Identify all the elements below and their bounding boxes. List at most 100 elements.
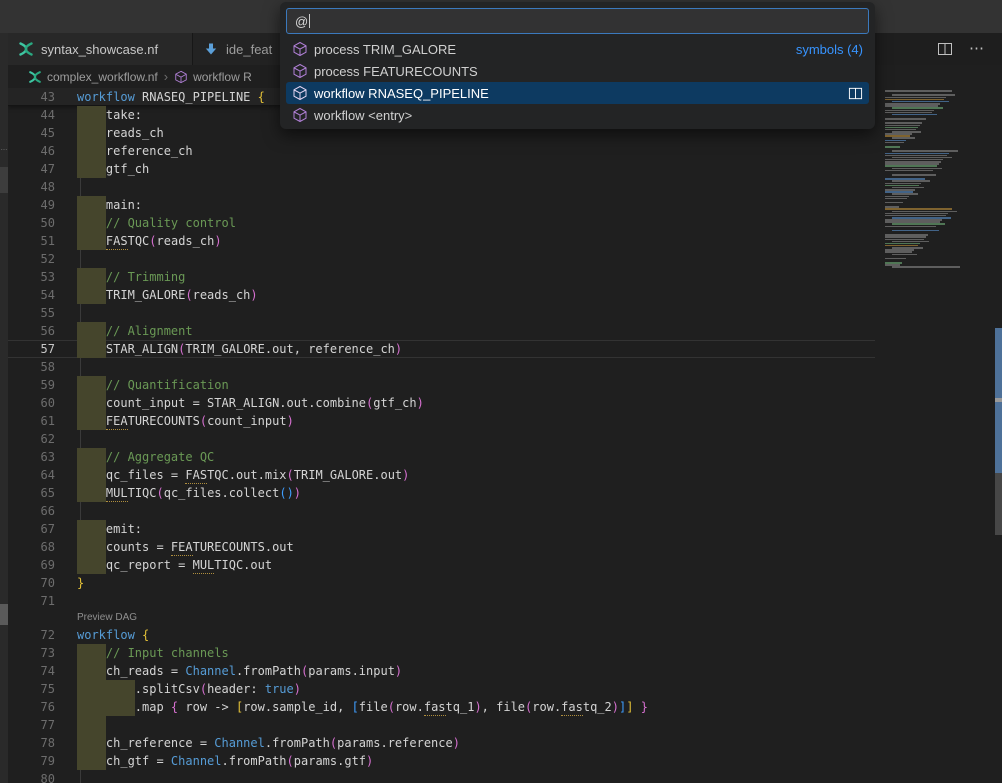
line-number[interactable]: 75 — [8, 680, 55, 698]
breadcrumb-file[interactable]: complex_workflow.nf — [47, 70, 158, 84]
line-number[interactable]: 67 — [8, 520, 55, 538]
line-number[interactable]: 70 — [8, 574, 55, 592]
line-number[interactable]: 59 — [8, 376, 55, 394]
line-content[interactable] — [77, 250, 875, 268]
line-content[interactable]: gtf_ch — [77, 160, 875, 178]
code-line[interactable]: 48 — [8, 178, 875, 196]
line-number[interactable]: 45 — [8, 124, 55, 142]
code-line[interactable]: 47 gtf_ch — [8, 160, 875, 178]
line-content[interactable]: ch_gtf = Channel.fromPath(params.gtf) — [77, 752, 875, 770]
line-content[interactable]: // Trimming — [77, 268, 875, 286]
code-line[interactable]: 51 FASTQC(reads_ch) — [8, 232, 875, 250]
line-number[interactable]: 46 — [8, 142, 55, 160]
quickpick-item[interactable]: workflow <entry> — [286, 104, 869, 126]
code-line[interactable]: 67 emit: — [8, 520, 875, 538]
line-number[interactable]: 50 — [8, 214, 55, 232]
code-line[interactable]: 80 — [8, 770, 875, 783]
code-line[interactable]: 63 // Aggregate QC — [8, 448, 875, 466]
code-line[interactable]: 49 main: — [8, 196, 875, 214]
line-number[interactable]: 57 — [8, 340, 55, 358]
line-content[interactable]: FASTQC(reads_ch) — [77, 232, 875, 250]
line-number[interactable]: 63 — [8, 448, 55, 466]
line-content[interactable]: main: — [77, 196, 875, 214]
code-editor[interactable]: 43workflow RNASEQ_PIPELINE { 44 take:45 … — [8, 88, 875, 783]
line-number[interactable]: 43 — [8, 88, 55, 105]
quickpick-item[interactable]: process FEATURECOUNTS — [286, 60, 869, 82]
code-line[interactable]: 55 — [8, 304, 875, 322]
line-content[interactable]: FEATURECOUNTS(count_input) — [77, 412, 875, 430]
line-number[interactable]: 60 — [8, 394, 55, 412]
code-line[interactable]: 79 ch_gtf = Channel.fromPath(params.gtf) — [8, 752, 875, 770]
line-content[interactable] — [77, 430, 875, 448]
line-content[interactable]: } — [77, 574, 875, 592]
code-line[interactable]: 52 — [8, 250, 875, 268]
line-number[interactable]: 77 — [8, 716, 55, 734]
code-line[interactable]: 57 STAR_ALIGN(TRIM_GALORE.out, reference… — [8, 340, 875, 358]
code-line[interactable]: 74 ch_reads = Channel.fromPath(params.in… — [8, 662, 875, 680]
line-number[interactable]: 69 — [8, 556, 55, 574]
line-number[interactable]: 44 — [8, 106, 55, 124]
line-number[interactable]: 72 — [8, 626, 55, 644]
line-content[interactable]: // Alignment — [77, 322, 875, 340]
code-line[interactable]: 78 ch_reference = Channel.fromPath(param… — [8, 734, 875, 752]
code-line[interactable]: 77 — [8, 716, 875, 734]
line-content[interactable]: TRIM_GALORE(reads_ch) — [77, 286, 875, 304]
breadcrumb-symbol[interactable]: workflow R — [193, 70, 252, 84]
line-content[interactable]: // Quantification — [77, 376, 875, 394]
code-line[interactable]: 73 // Input channels — [8, 644, 875, 662]
line-number[interactable]: 80 — [8, 770, 55, 783]
line-content[interactable]: STAR_ALIGN(TRIM_GALORE.out, reference_ch… — [77, 340, 875, 358]
line-number[interactable]: 52 — [8, 250, 55, 268]
line-number[interactable]: 56 — [8, 322, 55, 340]
line-number[interactable]: 61 — [8, 412, 55, 430]
split-editor-icon[interactable] — [937, 41, 953, 57]
code-line[interactable]: 75 .splitCsv(header: true) — [8, 680, 875, 698]
code-line[interactable]: 54 TRIM_GALORE(reads_ch) — [8, 286, 875, 304]
line-number[interactable]: 53 — [8, 268, 55, 286]
line-content[interactable] — [77, 304, 875, 322]
code-line[interactable]: 65 MULTIQC(qc_files.collect()) — [8, 484, 875, 502]
quick-open-input[interactable]: @ — [286, 8, 869, 34]
codelens-preview-dag[interactable]: Preview DAG — [77, 610, 875, 626]
line-content[interactable] — [77, 592, 875, 610]
line-content[interactable]: ch_reads = Channel.fromPath(params.input… — [77, 662, 875, 680]
code-line[interactable]: 62 — [8, 430, 875, 448]
line-number[interactable]: 76 — [8, 698, 55, 716]
line-number[interactable]: 79 — [8, 752, 55, 770]
code-line[interactable]: 68 counts = FEATURECOUNTS.out — [8, 538, 875, 556]
line-number[interactable]: 48 — [8, 178, 55, 196]
code-line[interactable]: 46 reference_ch — [8, 142, 875, 160]
line-content[interactable]: MULTIQC(qc_files.collect()) — [77, 484, 875, 502]
code-line[interactable]: 76 .map { row -> [row.sample_id, [file(r… — [8, 698, 875, 716]
quickpick-item[interactable]: process TRIM_GALOREsymbols (4) — [286, 38, 869, 60]
code-line[interactable]: 56 // Alignment — [8, 322, 875, 340]
line-content[interactable]: reference_ch — [77, 142, 875, 160]
more-actions-icon[interactable]: ⋯ — [969, 41, 984, 57]
line-content[interactable] — [77, 178, 875, 196]
code-line[interactable]: 66 — [8, 502, 875, 520]
line-content[interactable]: counts = FEATURECOUNTS.out — [77, 538, 875, 556]
line-content[interactable] — [77, 502, 875, 520]
line-content[interactable] — [77, 716, 875, 734]
line-number[interactable]: 64 — [8, 466, 55, 484]
line-number[interactable]: 71 — [8, 592, 55, 610]
line-number[interactable]: 74 — [8, 662, 55, 680]
line-content[interactable]: .splitCsv(header: true) — [77, 680, 875, 698]
code-line[interactable]: 58 — [8, 358, 875, 376]
line-content[interactable]: qc_report = MULTIQC.out — [77, 556, 875, 574]
line-number[interactable]: 73 — [8, 644, 55, 662]
line-number[interactable]: 68 — [8, 538, 55, 556]
line-content[interactable]: count_input = STAR_ALIGN.out.combine(gtf… — [77, 394, 875, 412]
line-number[interactable]: 58 — [8, 358, 55, 376]
line-number[interactable]: 49 — [8, 196, 55, 214]
tab-syntax-showcase[interactable]: syntax_showcase.nf — [8, 33, 193, 65]
line-number[interactable]: 55 — [8, 304, 55, 322]
code-line[interactable]: 70} — [8, 574, 875, 592]
line-content[interactable]: ch_reference = Channel.fromPath(params.r… — [77, 734, 875, 752]
line-content[interactable] — [77, 358, 875, 376]
line-content[interactable]: emit: — [77, 520, 875, 538]
quickpick-item[interactable]: workflow RNASEQ_PIPELINE — [286, 82, 869, 104]
minimap[interactable] — [882, 88, 960, 273]
line-number[interactable]: 47 — [8, 160, 55, 178]
line-content[interactable]: // Input channels — [77, 644, 875, 662]
